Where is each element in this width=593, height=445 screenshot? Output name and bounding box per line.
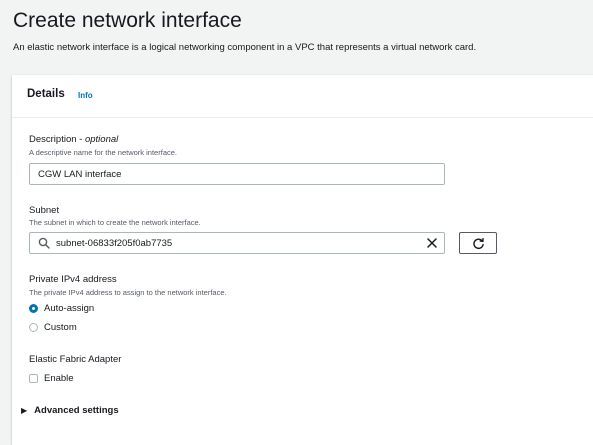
description-label: Description - optional [29,134,118,145]
description-hint: A descriptive name for the network inter… [29,148,177,157]
info-link[interactable]: Info [78,91,93,100]
caret-right-icon: ▶ [21,406,28,415]
close-icon[interactable] [426,237,438,249]
refresh-button[interactable] [459,232,497,254]
radio-auto-assign-label: Auto-assign [44,303,95,314]
radio-custom-label: Custom [44,322,77,333]
radio-custom[interactable]: Custom [29,322,77,333]
details-panel-header: Details Info [12,75,593,118]
description-label-text: Description [29,134,77,145]
advanced-settings-toggle[interactable]: ▶ Advanced settings [21,405,119,416]
radio-auto-assign[interactable]: Auto-assign [29,303,94,314]
radio-unselected-icon[interactable] [29,323,38,332]
private-ipv4-label: Private IPv4 address [29,274,117,285]
search-icon [38,237,50,249]
description-input-value: CGW LAN interface [38,168,122,180]
subnet-hint: The subnet in which to create the networ… [29,218,201,227]
private-ipv4-hint: The private IPv4 address to assign to th… [29,288,227,297]
efa-enable-checkbox[interactable]: Enable [29,373,74,384]
optional-tag: - optional [79,134,119,145]
advanced-settings-label: Advanced settings [34,405,119,416]
checkbox-icon[interactable] [29,374,38,383]
page-title: Create network interface [13,9,242,32]
page-description: An elastic network interface is a logica… [13,42,477,53]
radio-selected-icon[interactable] [29,304,38,313]
description-input[interactable]: CGW LAN interface [29,163,445,185]
efa-label: Elastic Fabric Adapter [29,354,122,365]
details-title: Details [27,88,65,100]
efa-enable-label: Enable [44,373,74,384]
subnet-select-value: subnet-06833f205f0ab7735 [56,237,173,249]
subnet-select[interactable]: subnet-06833f205f0ab7735 [29,232,445,254]
details-panel: Details Info [12,75,593,445]
refresh-icon [472,237,484,249]
subnet-label: Subnet [29,205,60,216]
